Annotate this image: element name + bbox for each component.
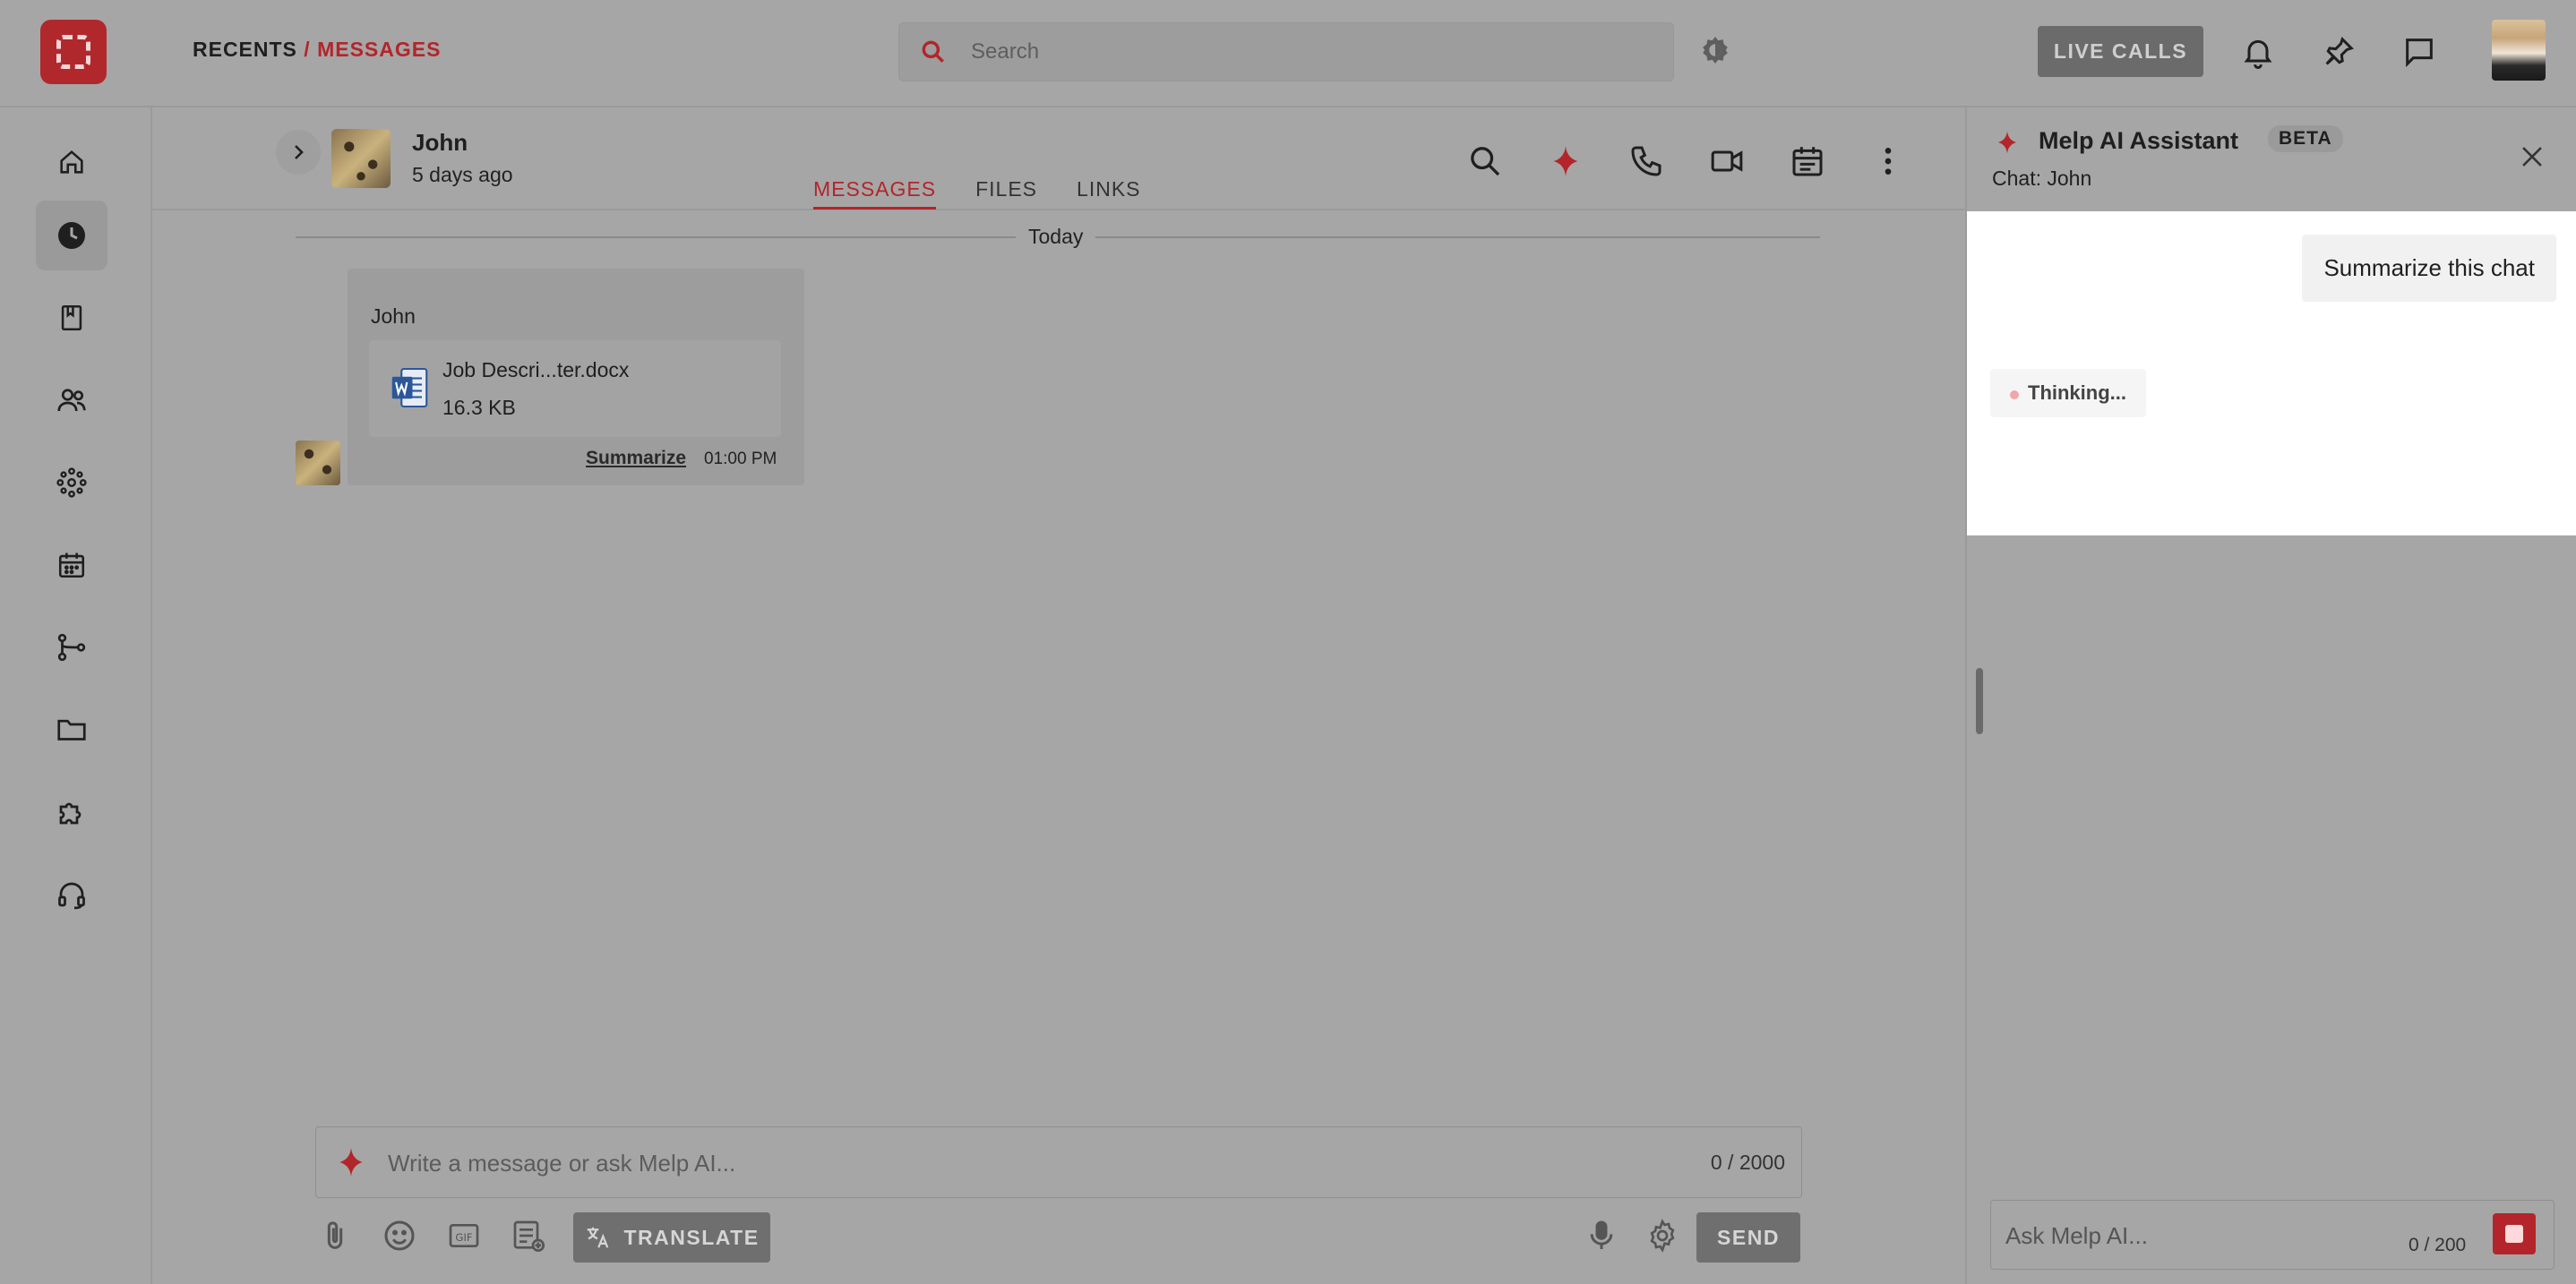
nav-files[interactable] <box>36 695 107 765</box>
ai-conversation: Summarize this chat Thinking... <box>1967 211 2576 535</box>
close-icon[interactable] <box>2517 141 2547 172</box>
phone-icon[interactable] <box>1628 143 1664 179</box>
chat-bubble-icon[interactable] <box>2401 34 2437 70</box>
chat-tabs: MESSAGES FILES LINKS <box>813 177 1141 210</box>
message-sender: John <box>371 304 416 328</box>
breadcrumb-separator: / <box>304 38 311 61</box>
ai-panel-subtitle: Chat: John <box>1992 167 2092 190</box>
nav-support[interactable] <box>36 860 107 929</box>
translate-label: TRANSLATE <box>623 1225 760 1249</box>
ai-panel-title: Melp AI Assistant <box>2039 127 2239 154</box>
search-bar[interactable] <box>898 22 1674 81</box>
tab-links[interactable]: LINKS <box>1077 177 1140 210</box>
user-prompt-bubble: Summarize this chat <box>2302 235 2556 302</box>
message-composer[interactable]: 0 / 2000 <box>315 1126 1802 1198</box>
breadcrumb-current: MESSAGES <box>317 38 442 61</box>
bookmark-icon <box>61 304 82 331</box>
calendar-icon[interactable] <box>1790 143 1825 179</box>
file-size: 16.3 KB <box>442 396 516 419</box>
pin-icon[interactable] <box>2321 34 2357 70</box>
left-nav <box>0 107 152 1284</box>
word-document-icon <box>391 367 428 408</box>
stop-icon <box>2505 1225 2523 1243</box>
gif-icon[interactable]: GIF <box>446 1218 482 1254</box>
contact-avatar[interactable] <box>331 129 391 188</box>
live-calls-button[interactable]: LIVE CALLS <box>2038 26 2203 77</box>
breadcrumb-root[interactable]: RECENTS <box>193 38 297 61</box>
file-attachment[interactable]: Job Descri...ter.docx 16.3 KB <box>369 340 781 437</box>
ai-assistant-panel: Melp AI Assistant BETA Chat: John Summar… <box>1965 107 2576 1284</box>
ai-thinking-indicator: Thinking... <box>1990 369 2146 417</box>
settings-gear-icon[interactable] <box>1644 1218 1680 1254</box>
beta-badge: BETA <box>2268 125 2343 152</box>
ai-input[interactable] <box>2005 1219 2382 1253</box>
nav-bookmarks[interactable] <box>36 283 107 353</box>
melp-ai-icon[interactable] <box>1548 143 1584 179</box>
search-icon[interactable] <box>1467 143 1503 179</box>
tab-files[interactable]: FILES <box>975 177 1037 210</box>
date-divider-label: Today <box>1016 222 1096 252</box>
home-icon <box>60 150 83 174</box>
logo-mark <box>56 35 90 69</box>
nav-contacts[interactable] <box>36 365 107 435</box>
calendar-icon <box>58 552 85 578</box>
melp-ai-star-icon <box>339 1148 363 1177</box>
translate-button[interactable]: TRANSLATE <box>573 1212 770 1263</box>
folder-icon <box>57 719 86 740</box>
nav-home[interactable] <box>36 127 107 197</box>
headset-icon <box>58 882 85 910</box>
message-char-count: 0 / 2000 <box>1710 1151 1785 1174</box>
tab-messages[interactable]: MESSAGES <box>813 177 937 210</box>
ai-composer[interactable]: 0 / 200 <box>1990 1200 2555 1270</box>
message-time: 01:00 PM <box>704 449 777 468</box>
translate-icon <box>588 1227 609 1248</box>
nav-workflow[interactable] <box>36 612 107 682</box>
emoji-icon[interactable] <box>382 1218 417 1254</box>
message-bubble[interactable]: John Job Descri...ter.docx 16.3 KB Summa… <box>348 269 804 485</box>
nav-apps[interactable] <box>36 777 107 847</box>
bell-icon[interactable] <box>2240 34 2276 70</box>
chat-header: John 5 days ago MESSAGES FILES LINKS <box>152 107 1965 210</box>
search-input[interactable] <box>971 36 1652 68</box>
melp-ai-star-icon <box>1998 131 2016 154</box>
workflow-icon <box>57 633 86 662</box>
panel-resize-handle[interactable] <box>1976 668 1983 734</box>
app-logo[interactable] <box>40 20 107 84</box>
stop-generation-button[interactable] <box>2493 1213 2536 1254</box>
puzzle-icon <box>59 802 82 825</box>
clock-icon <box>58 222 85 249</box>
nav-network[interactable] <box>36 448 107 518</box>
template-icon[interactable] <box>511 1218 546 1254</box>
user-avatar[interactable] <box>2492 20 2546 81</box>
attachment-icon[interactable] <box>317 1218 353 1254</box>
message-sender-avatar[interactable] <box>296 441 340 485</box>
summarize-link[interactable]: Summarize <box>586 448 686 469</box>
microphone-icon[interactable] <box>1584 1218 1619 1254</box>
file-name[interactable]: Job Descri...ter.docx <box>442 358 629 382</box>
nav-calendar[interactable] <box>36 530 107 600</box>
chevron-right-icon <box>295 145 304 159</box>
network-icon <box>56 467 87 498</box>
svg-text:GIF: GIF <box>455 1231 472 1244</box>
users-icon <box>57 389 86 412</box>
top-bar: RECENTS / MESSAGES LIVE CALLS <box>0 0 2576 107</box>
contact-last-seen: 5 days ago <box>412 163 513 186</box>
more-options-icon[interactable] <box>1870 143 1906 179</box>
send-button[interactable]: SEND <box>1696 1212 1800 1263</box>
search-icon <box>922 40 944 63</box>
video-call-icon[interactable] <box>1709 143 1745 179</box>
breadcrumb: RECENTS / MESSAGES <box>193 38 441 62</box>
contact-name[interactable]: John <box>412 129 468 157</box>
message-input[interactable] <box>388 1145 1642 1181</box>
ai-char-count: 0 / 200 <box>2409 1235 2467 1255</box>
expand-sidebar-button[interactable] <box>276 130 321 175</box>
theme-toggle-icon[interactable] <box>1699 34 1731 66</box>
nav-recents[interactable] <box>36 201 107 270</box>
